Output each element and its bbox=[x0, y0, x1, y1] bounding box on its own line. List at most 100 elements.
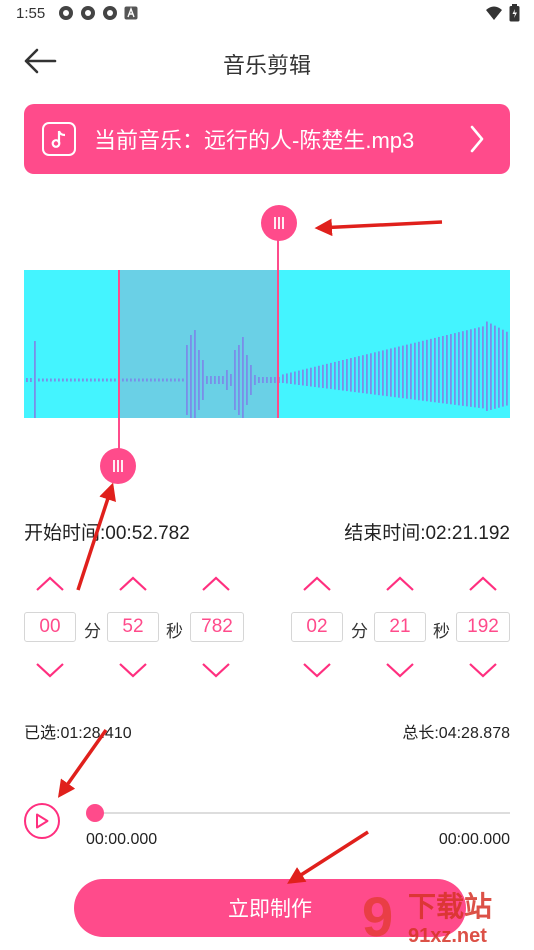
waveform-bar bbox=[198, 350, 200, 410]
current-music-label: 当前音乐：远行的人-陈楚生.mp3 bbox=[94, 128, 415, 153]
waveform-bar bbox=[38, 378, 40, 382]
end-ms-up-button[interactable] bbox=[463, 570, 503, 598]
waveform-bar bbox=[182, 378, 184, 382]
waveform-bar bbox=[58, 378, 60, 382]
end-ms-down-button[interactable] bbox=[463, 656, 503, 684]
play-icon bbox=[36, 813, 49, 829]
waveform-bar bbox=[130, 378, 132, 382]
start-ms-up-button[interactable] bbox=[196, 570, 236, 598]
notification-icon bbox=[103, 6, 117, 20]
waveform-bar bbox=[458, 332, 460, 406]
waveform-bar bbox=[346, 359, 348, 392]
end-marker-handle[interactable] bbox=[261, 205, 297, 241]
start-seconds-up-button[interactable] bbox=[113, 570, 153, 598]
waveform-bar bbox=[402, 345, 404, 399]
waveform-bar bbox=[298, 370, 300, 385]
waveform-bar bbox=[270, 377, 272, 383]
waveform-bar bbox=[342, 360, 344, 391]
waveform-bar bbox=[466, 330, 468, 407]
waveform-bar bbox=[426, 339, 428, 402]
waveform-bar bbox=[70, 378, 72, 382]
start-seconds-down-button[interactable] bbox=[113, 656, 153, 684]
waveform-bar bbox=[262, 377, 264, 383]
chevron-down-icon bbox=[386, 663, 414, 678]
waveform-bar bbox=[326, 363, 328, 389]
annotation-arrow bbox=[314, 218, 443, 237]
waveform-bar bbox=[474, 328, 476, 408]
start-minutes-up-button[interactable] bbox=[30, 570, 70, 598]
waveform-bar bbox=[314, 366, 316, 388]
waveform-bar bbox=[274, 377, 276, 383]
play-button[interactable] bbox=[24, 803, 60, 839]
waveform-bar bbox=[46, 378, 48, 382]
waveform-bar bbox=[442, 335, 444, 404]
start-minutes-unit: 分 bbox=[84, 622, 101, 641]
end-minutes-up-button[interactable] bbox=[297, 570, 337, 598]
status-system-icons bbox=[485, 4, 520, 22]
waveform-bar bbox=[54, 378, 56, 382]
end-marker-line bbox=[277, 238, 279, 418]
waveform-bar bbox=[418, 341, 420, 401]
start-ms-down-button[interactable] bbox=[196, 656, 236, 684]
waveform-bar bbox=[110, 378, 112, 382]
end-seconds-up-button[interactable] bbox=[380, 570, 420, 598]
start-seconds-field[interactable]: 52 bbox=[107, 612, 159, 642]
chevron-up-icon bbox=[119, 576, 147, 591]
waveform-bar bbox=[306, 368, 308, 387]
start-ms-field[interactable]: 782 bbox=[190, 612, 244, 642]
waveform[interactable] bbox=[24, 270, 510, 418]
battery-icon bbox=[509, 4, 520, 22]
end-minutes-unit: 分 bbox=[351, 622, 368, 641]
status-time: 1:55 bbox=[16, 5, 46, 22]
drag-grip-icon bbox=[274, 217, 284, 229]
waveform-bar bbox=[386, 349, 388, 397]
waveform-bar bbox=[390, 348, 392, 397]
waveform-bar bbox=[218, 376, 220, 384]
end-seconds-field[interactable]: 21 bbox=[374, 612, 426, 642]
waveform-bar bbox=[258, 377, 260, 383]
drag-grip-icon bbox=[113, 460, 123, 472]
end-ms-field[interactable]: 192 bbox=[456, 612, 510, 642]
waveform-bar bbox=[358, 356, 360, 393]
waveform-bar bbox=[286, 373, 288, 384]
start-minutes-field[interactable]: 00 bbox=[24, 612, 76, 642]
waveform-bar bbox=[330, 362, 332, 390]
waveform-bar bbox=[294, 371, 296, 385]
waveform-bar bbox=[446, 335, 448, 404]
waveform-bar bbox=[82, 378, 84, 382]
waveform-bar bbox=[34, 341, 36, 418]
waveform-bar bbox=[74, 378, 76, 382]
music-note-icon bbox=[42, 122, 76, 156]
waveform-bar bbox=[102, 378, 104, 382]
end-minutes-down-button[interactable] bbox=[297, 656, 337, 684]
start-minutes-down-button[interactable] bbox=[30, 656, 70, 684]
waveform-bar bbox=[414, 342, 416, 400]
waveform-bar bbox=[302, 369, 304, 386]
waveform-bar bbox=[438, 336, 440, 403]
waveform-bar bbox=[166, 378, 168, 382]
waveform-bar bbox=[322, 364, 324, 389]
current-music-selector[interactable]: 当前音乐：远行的人-陈楚生.mp3 bbox=[24, 104, 510, 174]
waveform-bar bbox=[226, 370, 228, 390]
chevron-down-icon bbox=[36, 663, 64, 678]
waveform-bar bbox=[30, 378, 32, 382]
start-marker-handle[interactable] bbox=[100, 448, 136, 484]
waveform-bar bbox=[394, 347, 396, 398]
waveform-bar bbox=[86, 378, 88, 382]
waveform-bar bbox=[318, 365, 320, 388]
annotation-arrow bbox=[287, 830, 369, 884]
end-minutes-field[interactable]: 02 bbox=[291, 612, 343, 642]
chevron-up-icon bbox=[36, 576, 64, 591]
playback-thumb[interactable] bbox=[86, 804, 104, 822]
waveform-bar bbox=[66, 378, 68, 382]
waveform-bar bbox=[186, 345, 188, 415]
end-seconds-down-button[interactable] bbox=[380, 656, 420, 684]
chevron-down-icon bbox=[303, 663, 331, 678]
status-notification-icons bbox=[58, 5, 138, 21]
playback-track[interactable] bbox=[94, 812, 510, 814]
waveform-bar bbox=[406, 344, 408, 399]
waveform-bar bbox=[250, 365, 252, 395]
waveform-bar bbox=[494, 325, 496, 409]
page-title: 音乐剪辑 bbox=[222, 53, 311, 78]
waveform-bar bbox=[434, 337, 436, 403]
